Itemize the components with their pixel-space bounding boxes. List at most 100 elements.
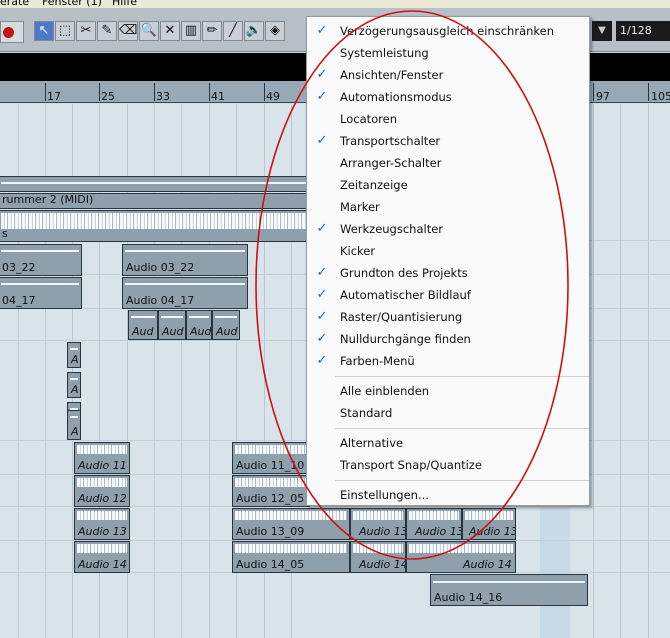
audio-part[interactable]: Audio 14 — [406, 541, 516, 573]
audio-part[interactable]: Audio 12 — [74, 475, 130, 507]
waveform — [189, 316, 209, 318]
ruler-bar-label: 25 — [101, 90, 115, 103]
split-tool[interactable]: ✂ — [76, 21, 96, 41]
audio-part[interactable]: Audio 13_09 — [232, 508, 350, 540]
pencil-tool[interactable]: ✏ — [202, 21, 222, 41]
toolbar-context-menu: ✓ Verzögerungsausgleich einschränken Syst… — [306, 16, 590, 506]
menu-item-kicker[interactable]: Kicker — [307, 240, 589, 262]
audio-part[interactable]: Aud — [212, 310, 240, 340]
menu-item-show-all[interactable]: Alle einblenden — [307, 380, 589, 402]
audio-part[interactable]: Aud — [128, 310, 158, 340]
ruler-bar-label: 17 — [47, 90, 61, 103]
audio-part[interactable]: Audio 13 — [74, 508, 130, 540]
color-tool[interactable]: ◈ — [265, 21, 285, 41]
menu-item-color-menu[interactable]: ✓ Farben-Menü — [307, 350, 589, 372]
waveform — [161, 316, 183, 318]
menu-item-transport-snap-quantize[interactable]: Transport Snap/Quantize — [307, 454, 589, 476]
waveform — [215, 316, 237, 318]
object-selection-tool[interactable]: ↖ — [34, 21, 54, 41]
check-icon: ✓ — [316, 89, 328, 104]
audio-part[interactable]: Audio 04_17 — [122, 277, 248, 309]
draw-tool[interactable]: ✎ — [97, 21, 117, 41]
check-icon: ✓ — [316, 287, 328, 302]
audio-part[interactable]: Audio 13 — [406, 508, 462, 540]
zoom-tool[interactable]: 🔍 — [139, 21, 159, 41]
ruler-tick — [45, 83, 46, 101]
audio-part[interactable]: Audio 12_05 — [232, 475, 310, 507]
audio-part[interactable]: Audio 14_16 — [430, 574, 588, 606]
menu-item-tool-buttons[interactable]: ✓ Werkzeugschalter — [307, 218, 589, 240]
check-icon: ✓ — [316, 221, 328, 236]
ruler-tick — [209, 83, 210, 101]
waveform — [1, 283, 79, 285]
audio-part[interactable]: Audio 14 — [74, 541, 130, 573]
waveform — [433, 581, 585, 583]
ruler-bar-label: 49 — [266, 90, 280, 103]
menu-item-alternative[interactable]: Alternative — [307, 432, 589, 454]
menu-item-arranger-buttons[interactable]: Arranger-Schalter — [307, 152, 589, 174]
menu-item-zero-crossings[interactable]: ✓ Nulldurchgänge finden — [307, 328, 589, 350]
grid-line — [648, 104, 649, 638]
menu-separator — [335, 428, 589, 429]
play-tool[interactable]: 🔈 — [244, 21, 264, 41]
waveform — [125, 250, 245, 252]
menu-separator — [335, 376, 589, 377]
check-icon: ✓ — [316, 309, 328, 324]
menu-item-setup[interactable]: Einstellungen... — [307, 484, 589, 506]
menu-item-help[interactable]: Hilfe — [112, 0, 137, 8]
cubase-project-window: erate Fenster (1) Hilfe ↖ ⬚ ✂ ✎ ⌫ 🔍 ✕ ▥ … — [0, 0, 670, 638]
range-selection-tool[interactable]: ⬚ — [55, 21, 75, 41]
waveform — [235, 445, 307, 454]
menu-item-window[interactable]: Fenster (1) — [42, 0, 102, 8]
audio-part[interactable]: A — [67, 410, 81, 440]
waveform — [235, 544, 347, 553]
waveform — [70, 416, 78, 418]
audio-part[interactable]: Audio 13 — [462, 508, 516, 540]
menu-item-views-windows[interactable]: ✓ Ansichten/Fenster — [307, 64, 589, 86]
midi-part[interactable] — [0, 176, 310, 192]
menu-item-default[interactable]: Standard — [307, 402, 589, 424]
record-icon — [3, 27, 14, 38]
menu-item-delay-compensation[interactable]: ✓ Verzögerungsausgleich einschränken — [307, 20, 589, 42]
menu-item-time-display[interactable]: Zeitanzeige — [307, 174, 589, 196]
ruler-bar-label: 97 — [596, 90, 610, 103]
menu-item-transport-buttons[interactable]: ✓ Transportschalter — [307, 130, 589, 152]
menu-item-automation-mode[interactable]: ✓ Automationsmodus — [307, 86, 589, 108]
menu-item-project-root-key[interactable]: ✓ Grundton des Projekts — [307, 262, 589, 284]
ruler-bar-label: 41 — [211, 90, 225, 103]
waveform — [77, 445, 127, 454]
audio-part[interactable]: Audio 14 — [350, 541, 406, 573]
audio-part[interactable]: Audio 11 — [74, 442, 130, 474]
audio-part[interactable]: 04_17 — [0, 277, 82, 309]
audio-part[interactable]: 03_22 — [0, 244, 82, 276]
ruler-tick — [648, 83, 649, 101]
line-tool[interactable]: ╱ — [223, 21, 243, 41]
check-icon: ✓ — [316, 265, 328, 280]
menu-item-system-performance[interactable]: Systemleistung — [307, 42, 589, 64]
audio-part[interactable]: Audio 13 — [350, 508, 406, 540]
record-button[interactable] — [0, 21, 24, 43]
menu-item-locators[interactable]: Locatoren — [307, 108, 589, 130]
chevron-down-icon[interactable]: ▼ — [592, 21, 612, 41]
erase-tool[interactable]: ⌫ — [118, 21, 138, 41]
audio-part[interactable]: A — [67, 372, 81, 398]
menu-item-operate[interactable]: erate — [0, 0, 29, 8]
audio-part[interactable]: Audio 03_22 — [122, 244, 248, 276]
audio-part[interactable]: Aud — [158, 310, 186, 340]
menu-item-marker[interactable]: Marker — [307, 196, 589, 218]
audio-part[interactable]: Audio 11_10 — [232, 442, 310, 474]
waveform — [1, 213, 307, 229]
midi-part-drummer[interactable]: rummer 2 (MIDI) — [0, 193, 310, 209]
menu-item-auto-scroll[interactable]: ✓ Automatischer Bildlauf — [307, 284, 589, 306]
check-icon: ✓ — [316, 331, 328, 346]
mute-tool[interactable]: ✕ — [160, 21, 180, 41]
waveform — [1, 250, 79, 252]
audio-part[interactable]: Aud — [186, 310, 212, 340]
quantize-select[interactable]: 1/128 — [616, 21, 670, 41]
audio-part-drum[interactable]: s — [0, 210, 310, 242]
timewarp-tool[interactable]: ▥ — [181, 21, 201, 41]
menu-item-snap-quantize[interactable]: ✓ Raster/Quantisierung — [307, 306, 589, 328]
audio-part[interactable]: A — [67, 342, 81, 368]
audio-part[interactable]: Audio 14_05 — [232, 541, 350, 573]
check-icon: ✓ — [316, 133, 328, 148]
